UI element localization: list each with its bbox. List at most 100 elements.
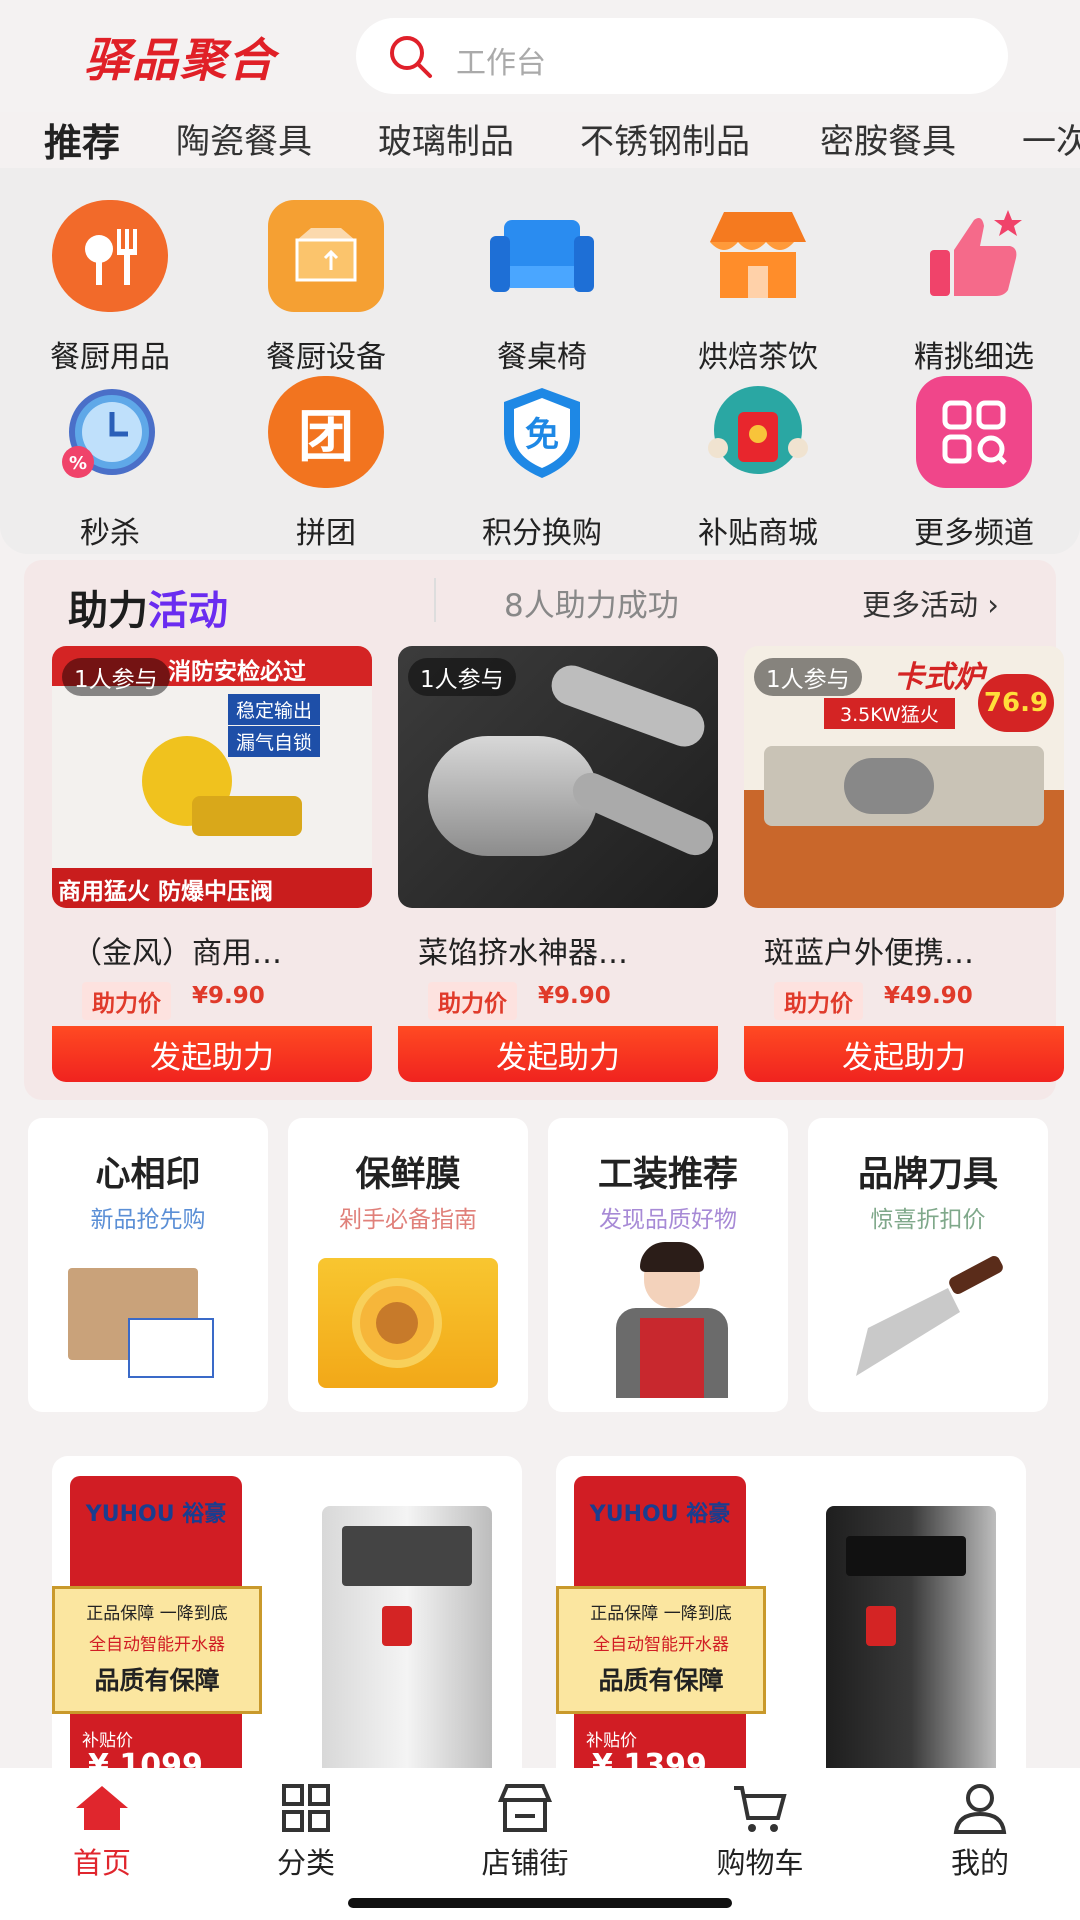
category-flash-sale[interactable]: % 秒杀: [4, 368, 204, 551]
img-caption-top: 消防安检必过: [168, 659, 306, 685]
brand-logo: YUHOU 裕豪: [589, 1502, 731, 1527]
user-icon: [953, 1784, 1007, 1834]
nav-home[interactable]: 首页: [32, 1782, 172, 1882]
nav-store-street[interactable]: 店铺街: [455, 1782, 595, 1882]
tile-title: 保鲜膜: [355, 1155, 461, 1195]
tile-subtitle: 发现品质好物: [599, 1207, 737, 1233]
participant-tag: 1人参与: [62, 658, 170, 696]
category-points-exchange[interactable]: 免 积分换购: [436, 368, 636, 551]
tab-glass[interactable]: 玻璃制品: [378, 114, 514, 163]
tab-recommend[interactable]: 推荐: [44, 112, 120, 167]
price-badge: 76.9: [978, 674, 1054, 732]
product-banner[interactable]: YUHOU 裕豪 正品保障 一降到底 全自动智能开水器 品质有保障 补贴价 ¥ …: [52, 1456, 522, 1786]
promo-tile[interactable]: 品牌刀具 惊喜折扣价: [808, 1118, 1048, 1412]
start-assist-button[interactable]: 发起助力: [398, 1026, 718, 1082]
home-indicator[interactable]: [348, 1898, 732, 1908]
nav-cart[interactable]: 购物车: [690, 1782, 830, 1882]
start-assist-button[interactable]: 发起助力: [744, 1026, 1064, 1082]
shield-icon: 免: [484, 376, 600, 488]
banner-promo-box: 正品保障 一降到底 全自动智能开水器 品质有保障: [556, 1586, 766, 1714]
tile-subtitle: 新品抢先购: [90, 1207, 206, 1233]
assist-success-count: 8人助力成功: [504, 588, 679, 624]
participant-tag: 1人参与: [408, 658, 516, 696]
tissue-box-image: [68, 1248, 228, 1398]
nav-label: 我的: [950, 1846, 1009, 1880]
more-label: 更多活动: [862, 588, 979, 622]
category-baking-tea[interactable]: 烘焙茶饮: [652, 192, 852, 375]
water-boiler-image: [322, 1506, 492, 1786]
home-icon: [76, 1786, 128, 1830]
water-boiler-image: [826, 1506, 996, 1786]
cart-icon: [734, 1786, 787, 1832]
search-placeholder: 工作台: [456, 46, 546, 81]
nav-category[interactable]: 分类: [236, 1782, 376, 1882]
assist-product-card[interactable]: 卡式炉 3.5KW猛火 76.9 1人参与 斑蓝户外便携… 助力价 ¥49.90…: [744, 646, 1064, 1082]
img-caption-bottom: 商用猛火 防爆中压阀: [58, 879, 274, 905]
red-envelope-icon: [700, 376, 816, 488]
search-bar[interactable]: 工作台: [356, 18, 1008, 94]
category-label: 补贴商城: [698, 516, 818, 551]
category-selected[interactable]: 精挑细选: [868, 192, 1068, 375]
product-banner[interactable]: YUHOU 裕豪 正品保障 一降到底 全自动智能开水器 品质有保障 补贴价 ¥ …: [556, 1456, 1026, 1786]
category-label: 秒杀: [80, 516, 140, 551]
category-grid: 餐厨用品 餐厨设备 餐桌椅 烘焙茶饮 精挑细选 % 秒杀 团 拼团 免 积分换购…: [0, 168, 1080, 554]
category-more-channels[interactable]: 更多频道: [868, 368, 1068, 551]
product-price: ¥9.90: [192, 983, 265, 1009]
price-label: 助力价: [774, 982, 863, 1020]
section-title: 助力活动: [68, 578, 228, 636]
promo-tile[interactable]: 工装推荐 发现品质好物: [548, 1118, 788, 1412]
img-caption-2: 漏气自锁: [228, 726, 321, 757]
sofa-icon: [484, 200, 600, 312]
assist-product-card[interactable]: 1人参与 菜馅挤水神器… 助力价 ¥9.90 发起助力: [398, 646, 718, 1082]
search-icon: [390, 36, 432, 78]
promo-line-1: 正品保障 一降到底: [590, 1604, 732, 1624]
promo-tile[interactable]: 心相印 新品抢先购: [28, 1118, 268, 1412]
tile-title: 工装推荐: [597, 1155, 738, 1195]
price-label: 助力价: [82, 982, 171, 1020]
promo-tile[interactable]: 保鲜膜 剁手必备指南: [288, 1118, 528, 1412]
grid-icon: [916, 376, 1032, 488]
participant-tag: 1人参与: [754, 658, 862, 696]
nav-label: 购物车: [716, 1846, 804, 1880]
category-kitchen-supplies[interactable]: 餐厨用品: [4, 192, 204, 375]
shop-icon: [700, 200, 816, 312]
product-name: 菜馅挤水神器…: [418, 936, 628, 971]
assist-activity-section: 助力活动 8人助力成功 更多活动 › 消防安检必过 稳定输出 漏气自锁 商用猛火…: [24, 560, 1064, 1100]
category-dining-furniture[interactable]: 餐桌椅: [436, 192, 636, 375]
category-grid-icon: [282, 1784, 330, 1832]
start-assist-button[interactable]: 发起助力: [52, 1026, 372, 1082]
assist-product-card[interactable]: 消防安检必过 稳定输出 漏气自锁 商用猛火 防爆中压阀 1人参与 （金风）商用……: [52, 646, 372, 1082]
group-glyph: 团: [298, 404, 354, 470]
tab-ceramic[interactable]: 陶瓷餐具: [176, 114, 312, 163]
product-price: ¥49.90: [884, 983, 973, 1009]
category-label: 拼团: [296, 516, 356, 551]
tile-title: 品牌刀具: [857, 1155, 998, 1195]
box-icon: [268, 200, 384, 312]
nav-label: 店铺街: [481, 1846, 569, 1880]
more-activities-link[interactable]: 更多活动 ›: [862, 582, 999, 624]
tab-disposable[interactable]: 一次: [1022, 114, 1080, 163]
img-caption-1: 稳定输出: [228, 694, 321, 725]
brand-logo: YUHOU 裕豪: [85, 1502, 227, 1527]
product-price: ¥9.90: [538, 983, 611, 1009]
promo-line-3: 品质有保障: [598, 1666, 724, 1695]
cling-film-image: [318, 1248, 498, 1398]
category-label: 更多频道: [914, 516, 1034, 551]
chevron-right-icon: ›: [987, 588, 999, 622]
banner-promo-box: 正品保障 一降到底 全自动智能开水器 品质有保障: [52, 1586, 262, 1714]
category-tabs: 推荐 陶瓷餐具 玻璃制品 不锈钢制品 密胺餐具 一次: [0, 110, 1080, 168]
tab-stainless[interactable]: 不锈钢制品: [580, 114, 750, 163]
thumbs-up-icon: [916, 200, 1032, 312]
img-caption-top: 卡式炉: [894, 660, 984, 695]
nav-label: 首页: [72, 1846, 131, 1880]
product-name: （金风）商用…: [72, 936, 282, 971]
tile-subtitle: 剁手必备指南: [339, 1207, 477, 1233]
category-kitchen-equipment[interactable]: 餐厨设备: [220, 192, 420, 375]
nav-me[interactable]: 我的: [910, 1782, 1050, 1882]
tab-melamine[interactable]: 密胺餐具: [820, 114, 956, 163]
category-subsidy-mall[interactable]: 补贴商城: [652, 368, 852, 551]
promo-line-3: 品质有保障: [94, 1666, 220, 1695]
app-logo[interactable]: 驿品聚合: [84, 24, 276, 90]
promo-line-2: 全自动智能开水器: [89, 1635, 225, 1655]
category-group-buy[interactable]: 团 拼团: [220, 368, 420, 551]
